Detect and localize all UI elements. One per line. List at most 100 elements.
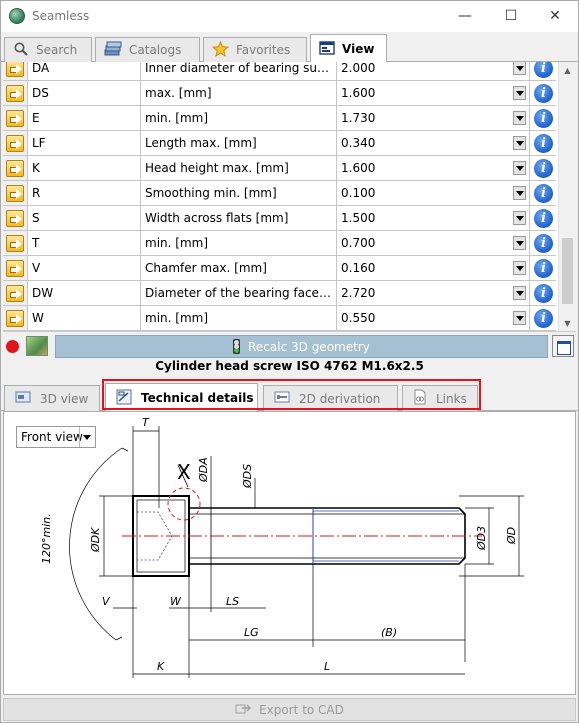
tab-search-label: Search [36, 43, 78, 57]
property-value-field[interactable]: 0.100 [337, 181, 530, 206]
property-value: 0.700 [341, 236, 376, 250]
info-icon[interactable]: i [534, 184, 553, 203]
dropdown-arrow-icon[interactable] [513, 311, 526, 325]
info-icon[interactable]: i [534, 84, 553, 103]
dim-label-l: L [324, 660, 330, 673]
dropdown-arrow-icon[interactable] [513, 211, 526, 225]
row-select-cell[interactable] [3, 131, 28, 156]
info-icon[interactable]: i [534, 209, 553, 228]
dropdown-arrow-icon[interactable] [513, 111, 526, 125]
property-description: min. [mm] [141, 231, 337, 256]
row-select-cell[interactable] [3, 231, 28, 256]
info-icon[interactable]: i [534, 134, 553, 153]
tab-catalogs[interactable]: Catalogs [95, 37, 200, 62]
property-value: 0.160 [341, 261, 376, 275]
property-name: K [28, 156, 141, 181]
table-row: Emin. [mm] 1.730 i [3, 106, 556, 131]
property-name: DA [28, 62, 141, 81]
dropdown-arrow-icon[interactable] [513, 236, 526, 250]
property-value-field[interactable]: 1.600 [337, 81, 530, 106]
tab-technical-details[interactable]: Technical details [105, 383, 258, 412]
info-icon[interactable]: i [534, 159, 553, 178]
property-value-field[interactable]: 1.500 [337, 206, 530, 231]
property-value-field[interactable]: 1.600 [337, 156, 530, 181]
minimize-button[interactable]: — [442, 1, 488, 31]
dim-label-dk: ØDK [89, 527, 102, 553]
export-bar: Export to CAD [1, 697, 578, 722]
technical-details-icon [116, 389, 132, 408]
table-scrollbar[interactable]: ▲ ▼ [558, 62, 576, 331]
preview-image-button[interactable] [26, 336, 48, 356]
recalc-3d-geometry-button[interactable]: Recalc 3D geometry [55, 335, 548, 358]
row-select-cell[interactable] [3, 156, 28, 181]
row-select-cell[interactable] [3, 106, 28, 131]
tab-favorites[interactable]: Favorites [203, 37, 307, 62]
row-select-cell[interactable] [3, 81, 28, 106]
info-icon[interactable]: i [534, 234, 553, 253]
dim-label-ls: LS [226, 595, 239, 608]
property-value-field[interactable]: 2.720 [337, 281, 530, 306]
property-value: 2.720 [341, 286, 376, 300]
2d-derivation-icon [274, 390, 290, 407]
info-icon[interactable]: i [534, 259, 553, 278]
maximize-button[interactable]: ☐ [488, 1, 534, 31]
tab-search[interactable]: Search [4, 37, 92, 62]
property-value-field[interactable]: 0.340 [337, 131, 530, 156]
property-value-field[interactable]: 1.730 [337, 106, 530, 131]
property-name: V [28, 256, 141, 281]
tab-links-label: Links [436, 391, 467, 406]
info-cell: i [530, 306, 556, 331]
arrow-right-icon [6, 185, 24, 202]
info-icon[interactable]: i [534, 284, 553, 303]
tab-links[interactable]: Links [402, 385, 478, 411]
property-value-field[interactable]: 0.550 [337, 306, 530, 331]
close-button[interactable]: ✕ [532, 1, 578, 31]
property-description: Inner diameter of bearing surface ... [141, 62, 337, 81]
info-icon[interactable]: i [534, 62, 553, 78]
arrow-right-icon [6, 285, 24, 302]
property-name: E [28, 106, 141, 131]
dropdown-arrow-icon[interactable] [513, 186, 526, 200]
tab-3d-view[interactable]: 3D view [4, 385, 100, 411]
row-select-cell[interactable] [3, 62, 28, 81]
tab-favorites-label: Favorites [236, 43, 291, 57]
row-select-cell[interactable] [3, 306, 28, 331]
technical-drawing: T X ØDA ØDS 120°min. ØDK ØD3 ØD V W LS L… [40, 416, 524, 678]
property-value-field[interactable]: 0.700 [337, 231, 530, 256]
property-value: 2.000 [341, 62, 376, 75]
row-select-cell[interactable] [3, 256, 28, 281]
dropdown-arrow-icon[interactable] [513, 261, 526, 275]
scroll-up-arrow-icon[interactable]: ▲ [559, 62, 576, 79]
row-select-cell[interactable] [3, 181, 28, 206]
scroll-down-arrow-icon[interactable]: ▼ [559, 315, 576, 331]
info-icon[interactable]: i [534, 109, 553, 128]
arrow-right-icon [6, 135, 24, 152]
property-value-field[interactable]: 0.160 [337, 256, 530, 281]
row-select-cell[interactable] [3, 206, 28, 231]
tab-view[interactable]: View [310, 34, 387, 63]
dropdown-arrow-icon[interactable] [513, 286, 526, 300]
dropdown-arrow-icon[interactable] [513, 86, 526, 100]
arrow-right-icon [6, 110, 24, 127]
view-select-dropdown[interactable]: Front view [16, 426, 96, 448]
arrow-right-icon [6, 85, 24, 102]
scroll-thumb[interactable] [562, 238, 573, 304]
technical-drawing-panel: T X ØDA ØDS 120°min. ØDK ØD3 ØD V W LS L… [3, 411, 576, 695]
dim-label-ds: ØDS [241, 464, 254, 489]
export-icon [235, 701, 253, 718]
table-row: Tmin. [mm] 0.700 i [3, 231, 556, 256]
row-select-cell[interactable] [3, 281, 28, 306]
info-icon[interactable]: i [534, 309, 553, 328]
dropdown-arrow-icon[interactable] [513, 62, 526, 75]
arrow-right-icon [6, 310, 24, 327]
property-value-field[interactable]: 2.000 [337, 62, 530, 81]
table-row: R Smoothing min. [mm] 0.100 i [3, 181, 556, 206]
property-value: 0.100 [341, 186, 376, 200]
export-to-cad-button[interactable]: Export to CAD [3, 698, 576, 721]
dropdown-arrow-icon[interactable] [513, 161, 526, 175]
recalc-button-label: Recalc 3D geometry [248, 339, 370, 354]
tab-2d-derivation[interactable]: 2D derivation [263, 385, 398, 411]
tab-technical-details-label: Technical details [141, 391, 254, 405]
dropdown-arrow-icon[interactable] [513, 136, 526, 150]
table-view-button[interactable] [552, 335, 574, 357]
